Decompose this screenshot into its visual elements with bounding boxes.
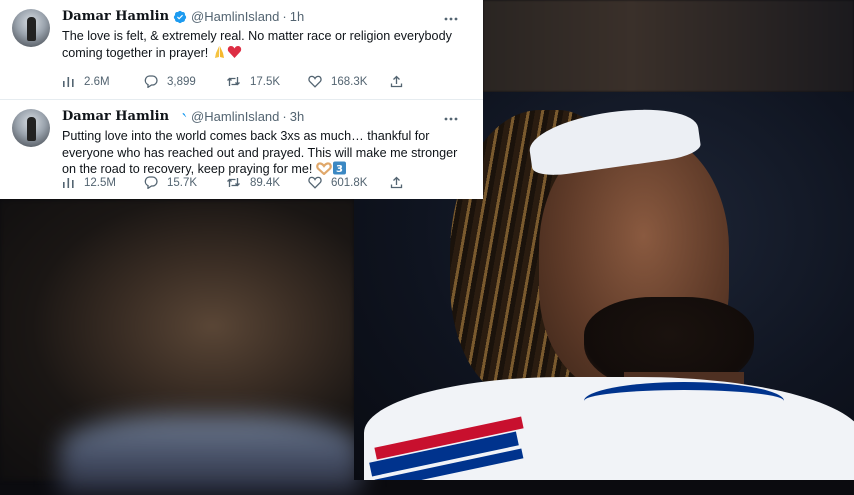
svg-text:3: 3: [336, 164, 343, 175]
more-options-icon[interactable]: [443, 115, 459, 123]
tweet-actions: 12.5M 15.7K 89.4K 601.8K: [62, 176, 423, 189]
avatar[interactable]: [12, 109, 50, 147]
separator-dot: ·: [282, 109, 287, 124]
author-name[interactable]: Damar Hamlin: [62, 108, 169, 126]
share-icon: [390, 176, 403, 189]
views-chart-icon: [63, 178, 74, 188]
heart-hands-emoji-icon: [316, 162, 332, 176]
author-handle[interactable]: @HamlinIsland: [191, 8, 279, 26]
author-handle[interactable]: @HamlinIsland: [191, 108, 279, 126]
tweet-actions: 2.6M 3,899 17.5K 168.3K: [62, 75, 423, 88]
like-button[interactable]: 168.3K: [308, 75, 390, 88]
folded-hands-emoji-icon: [214, 45, 224, 58]
heart-icon: [308, 75, 322, 88]
views-chart-icon: [63, 77, 74, 87]
author-name[interactable]: Damar Hamlin: [62, 8, 169, 26]
tweet-time[interactable]: 1h: [290, 8, 304, 26]
tweet-text: The love is felt, & extremely real. No m…: [62, 28, 473, 61]
verified-badge-icon: [173, 10, 187, 24]
tweet-text-content: The love is felt, & extremely real. No m…: [62, 29, 452, 60]
heart-icon: [308, 176, 322, 189]
tweet-text-content: Putting love into the world comes back 3…: [62, 129, 458, 177]
tweet-text: Putting love into the world comes back 3…: [62, 128, 473, 178]
views-value: 12.5M: [84, 176, 116, 189]
retweet-button[interactable]: 89.4K: [226, 176, 308, 189]
like-count: 601.8K: [331, 176, 368, 189]
tweet-time[interactable]: 3h: [290, 108, 304, 126]
tweet-header: Damar Hamlin @HamlinIsland · 3h: [62, 108, 473, 126]
retweet-count: 17.5K: [250, 75, 281, 88]
tweet-header: Damar Hamlin @HamlinIsland · 1h: [62, 8, 473, 26]
more-options-icon[interactable]: [443, 15, 459, 23]
share-button[interactable]: [390, 75, 412, 88]
tweet[interactable]: Damar Hamlin @HamlinIsland · 1h The love…: [0, 0, 483, 100]
reply-button[interactable]: 15.7K: [144, 176, 226, 189]
keycap-3-emoji-icon: 3: [332, 161, 346, 175]
avatar-figure: [27, 117, 36, 141]
blurred-top-photo: [483, 0, 854, 92]
share-button[interactable]: [390, 176, 412, 189]
blurred-jersey-shape: [60, 415, 360, 495]
views-value: 2.6M: [84, 75, 110, 88]
views-count[interactable]: 12.5M: [62, 176, 144, 189]
red-heart-emoji-icon: [227, 45, 242, 58]
reply-icon: [144, 176, 158, 189]
reply-count: 15.7K: [167, 176, 198, 189]
retweet-count: 89.4K: [250, 176, 281, 189]
avatar[interactable]: [12, 9, 50, 47]
share-icon: [390, 75, 403, 88]
tweet-panel: Damar Hamlin @HamlinIsland · 1h The love…: [0, 0, 483, 199]
retweet-icon: [227, 178, 240, 187]
reply-button[interactable]: 3,899: [144, 75, 226, 88]
like-button[interactable]: 601.8K: [308, 176, 390, 189]
reply-count: 3,899: [167, 75, 196, 88]
like-count: 168.3K: [331, 75, 368, 88]
jersey-collar: [584, 382, 784, 420]
avatar-figure: [27, 17, 36, 41]
views-count[interactable]: 2.6M: [62, 75, 144, 88]
retweet-button[interactable]: 17.5K: [226, 75, 308, 88]
verified-badge-icon: [177, 113, 187, 120]
retweet-icon: [227, 77, 240, 86]
reply-icon: [144, 75, 158, 88]
tweet[interactable]: Damar Hamlin @HamlinIsland · 3h Putting …: [0, 100, 483, 200]
separator-dot: ·: [282, 9, 287, 24]
